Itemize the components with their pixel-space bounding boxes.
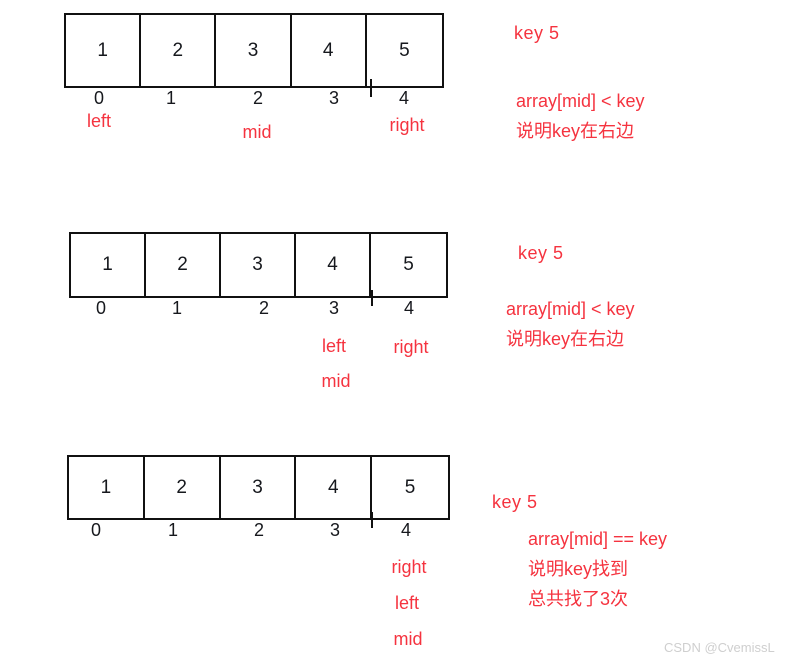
step-3-array: 1 2 3 4 5 — [67, 455, 450, 520]
step-3-summary-note: 总共找了3次 — [528, 589, 629, 609]
pointer-mid: mid — [242, 122, 272, 142]
step-1-array: 1 2 3 4 5 — [64, 13, 444, 88]
csdn-watermark: CSDN @CvemissL — [664, 640, 775, 655]
step-1-conclusion-note: 说明key在右边 — [516, 121, 635, 141]
index-label: 3 — [328, 298, 340, 318]
pointer-left: left — [86, 111, 112, 131]
array-cell: 1 — [66, 15, 142, 86]
step-2-block: 1 2 3 4 5 0 1 2 3 4 left mid right — [69, 232, 448, 391]
index-label: 1 — [171, 298, 183, 318]
array-cell: 1 — [69, 457, 145, 518]
array-cell: 2 — [141, 15, 217, 86]
index-label: 2 — [253, 520, 265, 540]
array-cell: 5 — [371, 234, 446, 296]
index-label: 0 — [90, 520, 102, 540]
diagram-canvas: 1 2 3 4 5 0 1 2 3 4 left mid right key 5… — [0, 0, 792, 664]
step-2-index-row: 0 1 2 3 4 — [69, 298, 448, 324]
pointer-mid: mid — [393, 629, 423, 649]
index-label: 2 — [258, 298, 270, 318]
index-label: 4 — [398, 88, 410, 108]
step-3-condition-note: array[mid] == key — [528, 529, 668, 549]
step-1-key-note: key 5 — [514, 23, 560, 43]
index-label: 1 — [167, 520, 179, 540]
step-1-index-row: 0 1 2 3 4 — [64, 88, 444, 114]
step-1-condition-note: array[mid] < key — [516, 91, 645, 111]
array-cell: 4 — [296, 234, 371, 296]
step-2-condition-note: array[mid] < key — [506, 299, 635, 319]
array-cell: 3 — [220, 457, 297, 518]
pointer-right: right — [389, 115, 425, 135]
pointer-left: left — [394, 593, 420, 613]
array-cell: 3 — [216, 15, 292, 86]
step-3-block: 1 2 3 4 5 0 1 2 3 4 right left mid — [67, 455, 450, 649]
pointer-right: right — [393, 337, 429, 357]
array-cell: 4 — [296, 457, 373, 518]
index-label: 3 — [328, 88, 340, 108]
array-cell: 5 — [372, 457, 448, 518]
array-cell: 2 — [144, 457, 221, 518]
pointer-right: right — [391, 557, 427, 577]
step-2-key-note: key 5 — [518, 243, 564, 263]
index-label: 0 — [95, 298, 107, 318]
step-2-conclusion-note: 说明key在右边 — [506, 329, 625, 349]
step-2-array: 1 2 3 4 5 — [69, 232, 448, 298]
index-label: 4 — [403, 298, 415, 318]
pointer-left: left — [321, 336, 347, 356]
index-label: 1 — [165, 88, 177, 108]
step-3-index-row: 0 1 2 3 4 — [67, 520, 450, 546]
step-1-block: 1 2 3 4 5 0 1 2 3 4 left mid right — [64, 13, 444, 142]
array-cell: 4 — [291, 15, 367, 86]
step-3-conclusion-note: 说明key找到 — [528, 559, 629, 579]
index-label: 2 — [252, 88, 264, 108]
pointer-mid: mid — [321, 371, 351, 391]
index-label: 4 — [400, 520, 412, 540]
index-label: 3 — [329, 520, 341, 540]
array-cell: 1 — [71, 234, 146, 296]
index-label: 0 — [93, 88, 105, 108]
array-cell: 2 — [146, 234, 221, 296]
array-cell: 5 — [366, 15, 442, 86]
array-cell: 3 — [221, 234, 296, 296]
step-3-key-note: key 5 — [492, 492, 538, 512]
